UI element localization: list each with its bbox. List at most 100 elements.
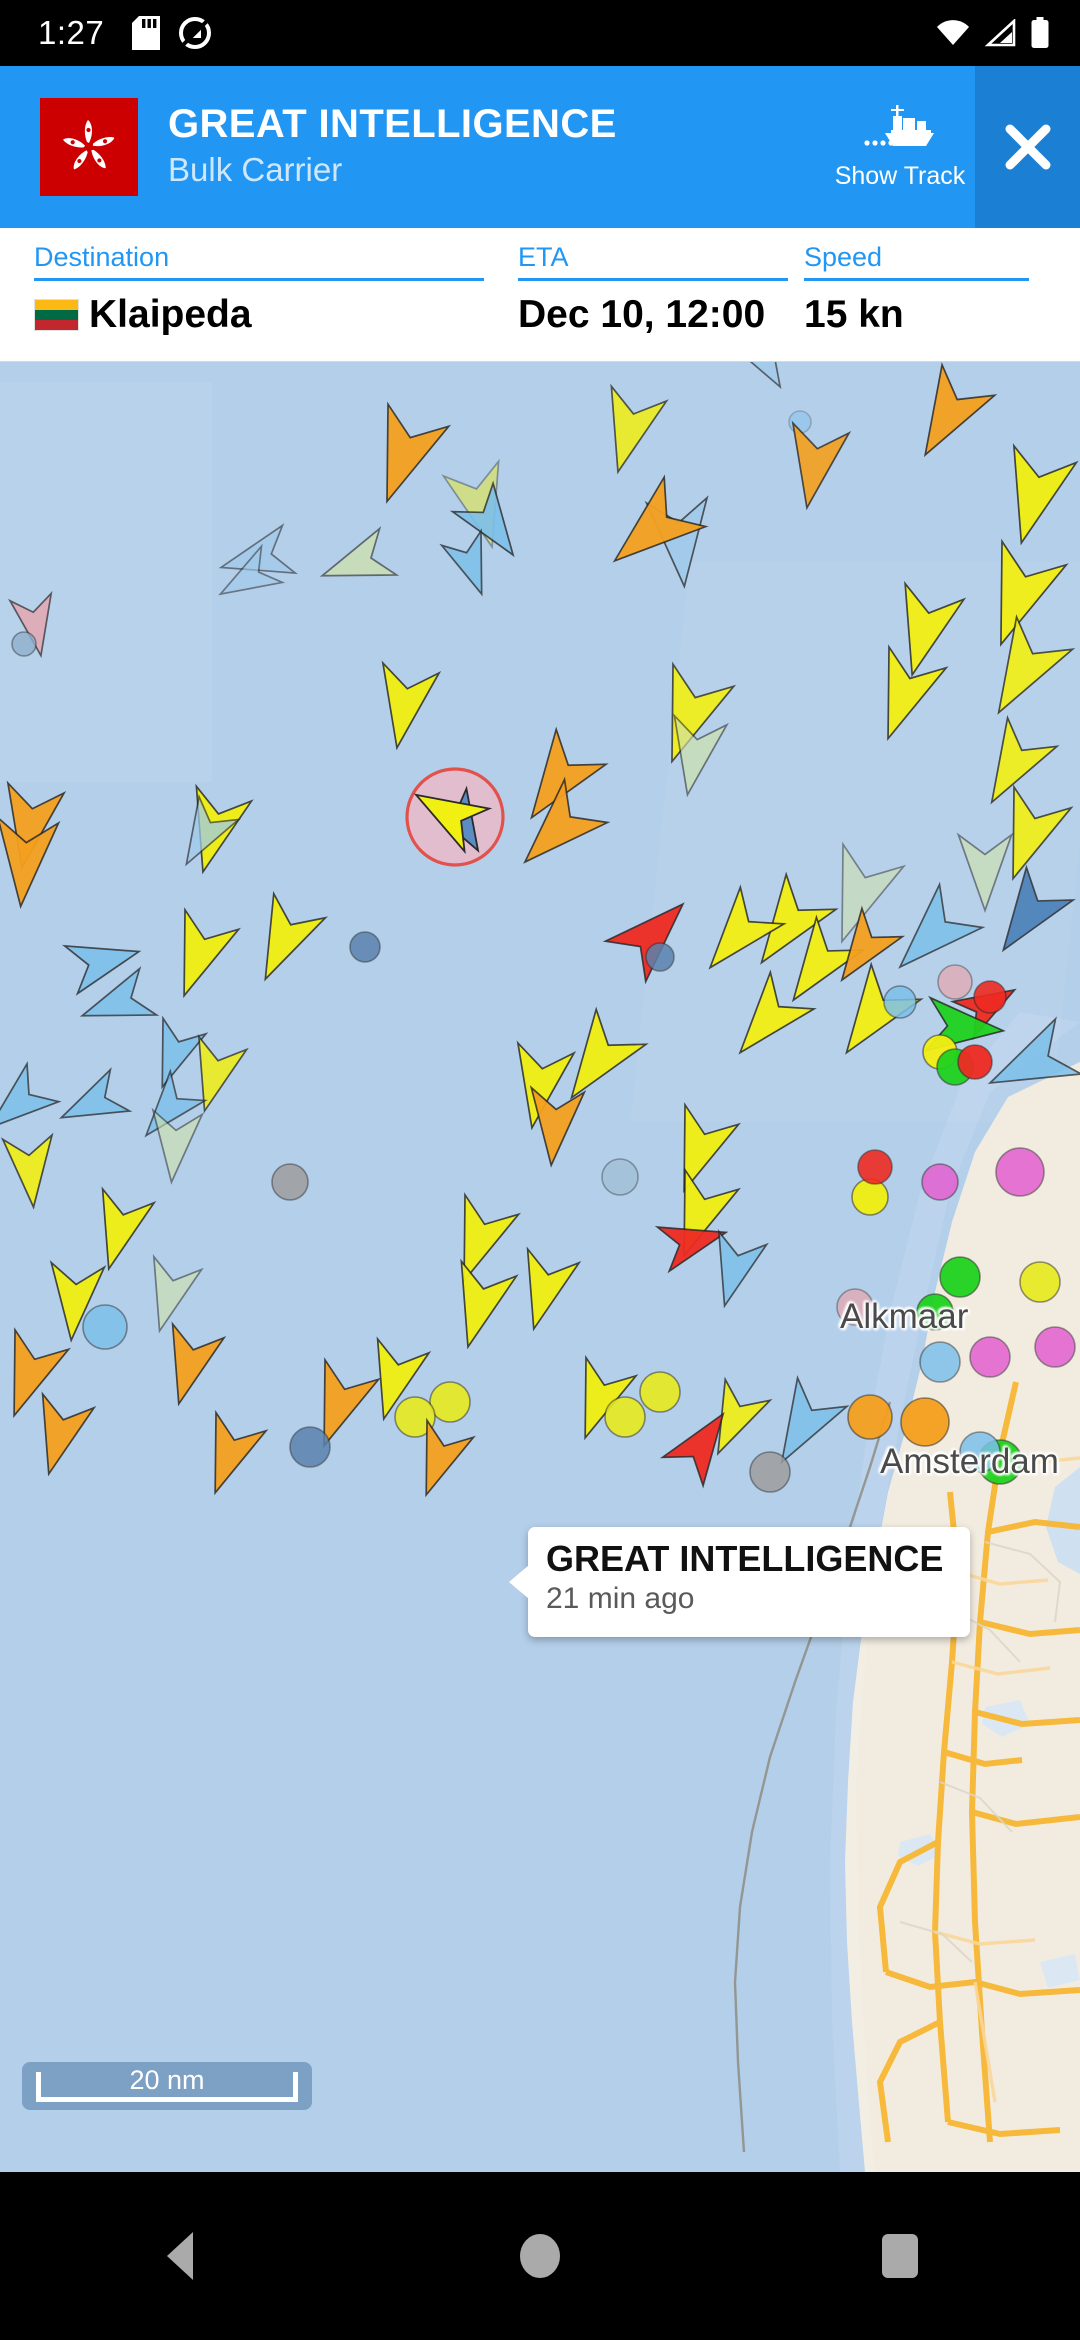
map-scale-bar: 20 nm bbox=[22, 2062, 312, 2110]
destination-value: Klaipeda bbox=[89, 293, 252, 336]
place-label-alkmaar: Alkmaar bbox=[840, 1297, 969, 1336]
vessel-marker-stationary[interactable] bbox=[1034, 1326, 1076, 1368]
vessel-marker-stationary[interactable] bbox=[645, 942, 675, 972]
info-eta: ETA Dec 10, 12:00 bbox=[518, 228, 804, 337]
vessel-type: Bulk Carrier bbox=[168, 151, 343, 189]
vessel-marker-stationary[interactable] bbox=[851, 1178, 889, 1216]
vessel-marker-stationary[interactable] bbox=[429, 1381, 471, 1423]
show-track-label: Show Track bbox=[834, 161, 966, 190]
eta-label: ETA bbox=[518, 242, 569, 272]
app-root: 1:27 GREAT INTELLIGENCE Bulk Carrier Sho… bbox=[0, 0, 1080, 2340]
vessel-marker-stationary[interactable] bbox=[604, 1396, 646, 1438]
vessel-marker[interactable] bbox=[369, 660, 442, 753]
vessel-marker[interactable] bbox=[23, 1391, 97, 1481]
android-q-icon bbox=[179, 17, 212, 49]
status-bar-right-icons bbox=[936, 17, 1050, 49]
vessel-marker[interactable] bbox=[721, 362, 802, 399]
vessel-marker[interactable] bbox=[508, 1246, 582, 1336]
vessel-marker-stationary[interactable] bbox=[1019, 1261, 1061, 1303]
vessel-marker[interactable] bbox=[136, 1254, 204, 1338]
vessel-marker-stationary[interactable] bbox=[995, 1147, 1045, 1197]
status-bar-clock: 1:27 bbox=[38, 14, 105, 51]
vessel-name: GREAT INTELLIGENCE bbox=[168, 102, 617, 147]
hong-kong-flag-icon bbox=[40, 98, 138, 196]
vessel-marker-stationary[interactable] bbox=[973, 980, 1007, 1014]
close-panel-button[interactable] bbox=[975, 66, 1080, 228]
vessel-marker-stationary[interactable] bbox=[921, 1163, 959, 1201]
vessel-marker[interactable] bbox=[899, 362, 998, 470]
vessel-marker-stationary[interactable] bbox=[349, 931, 381, 963]
vessel-marker[interactable] bbox=[357, 401, 452, 512]
vessel-marker-stationary[interactable] bbox=[11, 631, 37, 657]
vessel-marker[interactable] bbox=[657, 1102, 741, 1201]
recents-square-icon bbox=[882, 2234, 918, 2278]
cellular-signal-icon bbox=[984, 19, 1016, 47]
vessel-marker-stationary[interactable] bbox=[289, 1426, 331, 1468]
vessel-marker[interactable] bbox=[52, 1067, 133, 1139]
vessel-marker-stationary[interactable] bbox=[271, 1163, 309, 1201]
vessel-marker[interactable] bbox=[956, 832, 1014, 913]
android-navigation-bar bbox=[0, 2172, 1080, 2340]
vessel-header: GREAT INTELLIGENCE Bulk Carrier Show Tra… bbox=[0, 66, 1080, 228]
vessel-marker-stationary[interactable] bbox=[82, 1304, 128, 1350]
vessel-marker-stationary[interactable] bbox=[919, 1341, 961, 1383]
cargo-ship-track-icon bbox=[864, 104, 934, 146]
vessel-marker-stationary[interactable] bbox=[847, 1394, 893, 1440]
vessel-marker-stationary[interactable] bbox=[937, 964, 973, 1000]
vessel-marker-stationary[interactable] bbox=[601, 1158, 639, 1196]
place-label-amsterdam: Amsterdam bbox=[880, 1442, 1059, 1481]
vessel-flag-wrap bbox=[0, 66, 138, 228]
vessel-marker-stationary[interactable] bbox=[749, 1451, 791, 1493]
lithuania-flag-icon bbox=[34, 299, 79, 331]
back-triangle-icon bbox=[167, 2232, 193, 2280]
vessel-marker-stationary[interactable] bbox=[857, 1149, 893, 1185]
back-button[interactable] bbox=[120, 2196, 240, 2316]
status-bar-left-icons bbox=[132, 16, 212, 50]
marine-traffic-map[interactable]: Alkmaar Amsterdam GREAT INTELLIGENCE 21 … bbox=[0, 362, 1080, 2172]
vessel-marker[interactable] bbox=[147, 1107, 205, 1185]
vessel-marker-stationary[interactable] bbox=[957, 1044, 993, 1080]
vessel-marker[interactable] bbox=[190, 1409, 269, 1502]
close-icon bbox=[1005, 124, 1050, 170]
vessel-callout[interactable]: GREAT INTELLIGENCE 21 min ago bbox=[509, 1527, 970, 1637]
vessel-marker[interactable] bbox=[967, 715, 1060, 817]
show-track-button[interactable]: Show Track bbox=[825, 66, 975, 228]
status-bar: 1:27 bbox=[0, 0, 1080, 66]
destination-label: Destination bbox=[34, 242, 170, 272]
vessel-marker[interactable] bbox=[590, 383, 669, 479]
eta-value: Dec 10, 12:00 bbox=[518, 293, 766, 336]
vessel-marker[interactable] bbox=[0, 1061, 62, 1147]
vessel-marker[interactable] bbox=[971, 614, 1076, 729]
vessel-marker[interactable] bbox=[314, 526, 400, 599]
vessel-marker-stationary[interactable] bbox=[900, 1397, 950, 1447]
info-destination: Destination Klaipeda bbox=[34, 228, 518, 337]
recents-button[interactable] bbox=[840, 2196, 960, 2316]
scale-bar-label: 20 nm bbox=[129, 2065, 205, 2095]
speed-rule bbox=[804, 278, 1029, 281]
vessel-marker[interactable] bbox=[153, 1321, 227, 1411]
callout-vessel-name: GREAT INTELLIGENCE bbox=[546, 1538, 944, 1579]
vessel-marker[interactable] bbox=[440, 1258, 519, 1354]
vessel-marker[interactable] bbox=[157, 907, 241, 1006]
vessel-marker[interactable] bbox=[0, 1327, 71, 1426]
home-button[interactable] bbox=[480, 2196, 600, 2316]
vessel-marker[interactable] bbox=[525, 1085, 587, 1168]
vessel-marker[interactable] bbox=[83, 1186, 157, 1276]
speed-label: Speed bbox=[804, 242, 883, 272]
speed-value: 15 kn bbox=[804, 293, 904, 336]
vessel-marker-stationary[interactable] bbox=[883, 985, 917, 1019]
vessel-marker-stationary[interactable] bbox=[639, 1371, 681, 1413]
vessel-marker[interactable] bbox=[437, 1192, 521, 1291]
vessel-marker[interactable] bbox=[859, 644, 949, 749]
vessel-marker[interactable] bbox=[779, 420, 852, 513]
vessel-marker[interactable] bbox=[240, 890, 328, 992]
vessel-marker-stationary[interactable] bbox=[969, 1336, 1011, 1378]
map-geometry-layer bbox=[0, 362, 1080, 2172]
eta-rule bbox=[518, 278, 788, 281]
selected-vessel-marker[interactable] bbox=[404, 767, 505, 867]
vessel-info-bar: Destination Klaipeda ETA Dec 10, 12:00 S… bbox=[0, 228, 1080, 362]
vessel-marker[interactable] bbox=[990, 443, 1079, 551]
vessel-marker-stationary[interactable] bbox=[939, 1256, 981, 1298]
destination-rule bbox=[34, 278, 484, 281]
vessel-marker[interactable] bbox=[0, 1132, 58, 1210]
